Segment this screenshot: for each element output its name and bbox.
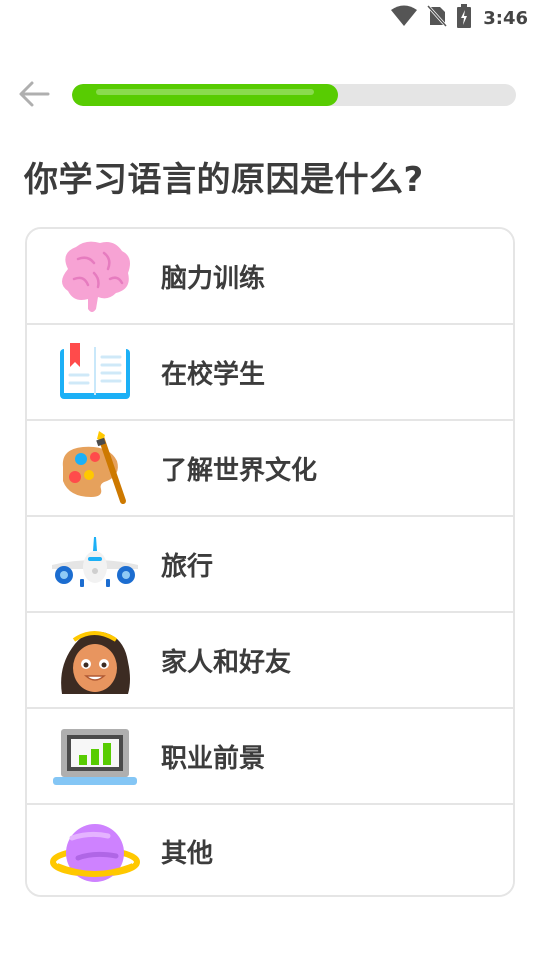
book-icon bbox=[49, 331, 141, 415]
option-label: 其他 bbox=[161, 838, 214, 869]
option-label: 在校学生 bbox=[161, 359, 266, 390]
option-world-culture[interactable]: 了解世界文化 bbox=[27, 421, 513, 517]
airplane-icon bbox=[49, 523, 141, 607]
option-student[interactable]: 在校学生 bbox=[27, 325, 513, 421]
back-arrow-icon bbox=[18, 80, 50, 112]
progress-shine bbox=[96, 89, 315, 95]
status-icons: 3:46 bbox=[391, 4, 528, 32]
option-travel[interactable]: 旅行 bbox=[27, 517, 513, 613]
back-button[interactable] bbox=[16, 80, 52, 112]
no-sim-icon bbox=[427, 4, 448, 31]
laptop-chart-icon bbox=[49, 715, 141, 799]
option-family-friends[interactable]: 家人和好友 bbox=[27, 613, 513, 709]
status-bar: 3:46 bbox=[0, 0, 540, 36]
option-label: 家人和好友 bbox=[161, 647, 292, 678]
option-label: 职业前景 bbox=[161, 743, 266, 774]
brain-icon bbox=[49, 235, 141, 319]
progress-fill bbox=[72, 84, 339, 106]
planet-icon bbox=[49, 811, 141, 895]
person-face-icon bbox=[49, 619, 141, 703]
battery-charging-icon bbox=[457, 4, 472, 32]
palette-icon bbox=[49, 427, 141, 511]
clock-time: 3:46 bbox=[483, 7, 528, 29]
wifi-icon bbox=[391, 5, 418, 31]
option-other[interactable]: 其他 bbox=[27, 805, 513, 895]
top-nav bbox=[0, 78, 540, 114]
options-list: 脑力训练 在校学生 了解世界文化 旅行 家人和好友 职业前景 其他 bbox=[25, 227, 515, 897]
progress-bar bbox=[72, 84, 516, 106]
option-label: 了解世界文化 bbox=[161, 455, 318, 486]
option-brain-training[interactable]: 脑力训练 bbox=[27, 229, 513, 325]
option-label: 脑力训练 bbox=[161, 263, 266, 294]
option-career[interactable]: 职业前景 bbox=[27, 709, 513, 805]
page-title: 你学习语言的原因是什么? bbox=[24, 160, 424, 200]
option-label: 旅行 bbox=[161, 551, 214, 582]
